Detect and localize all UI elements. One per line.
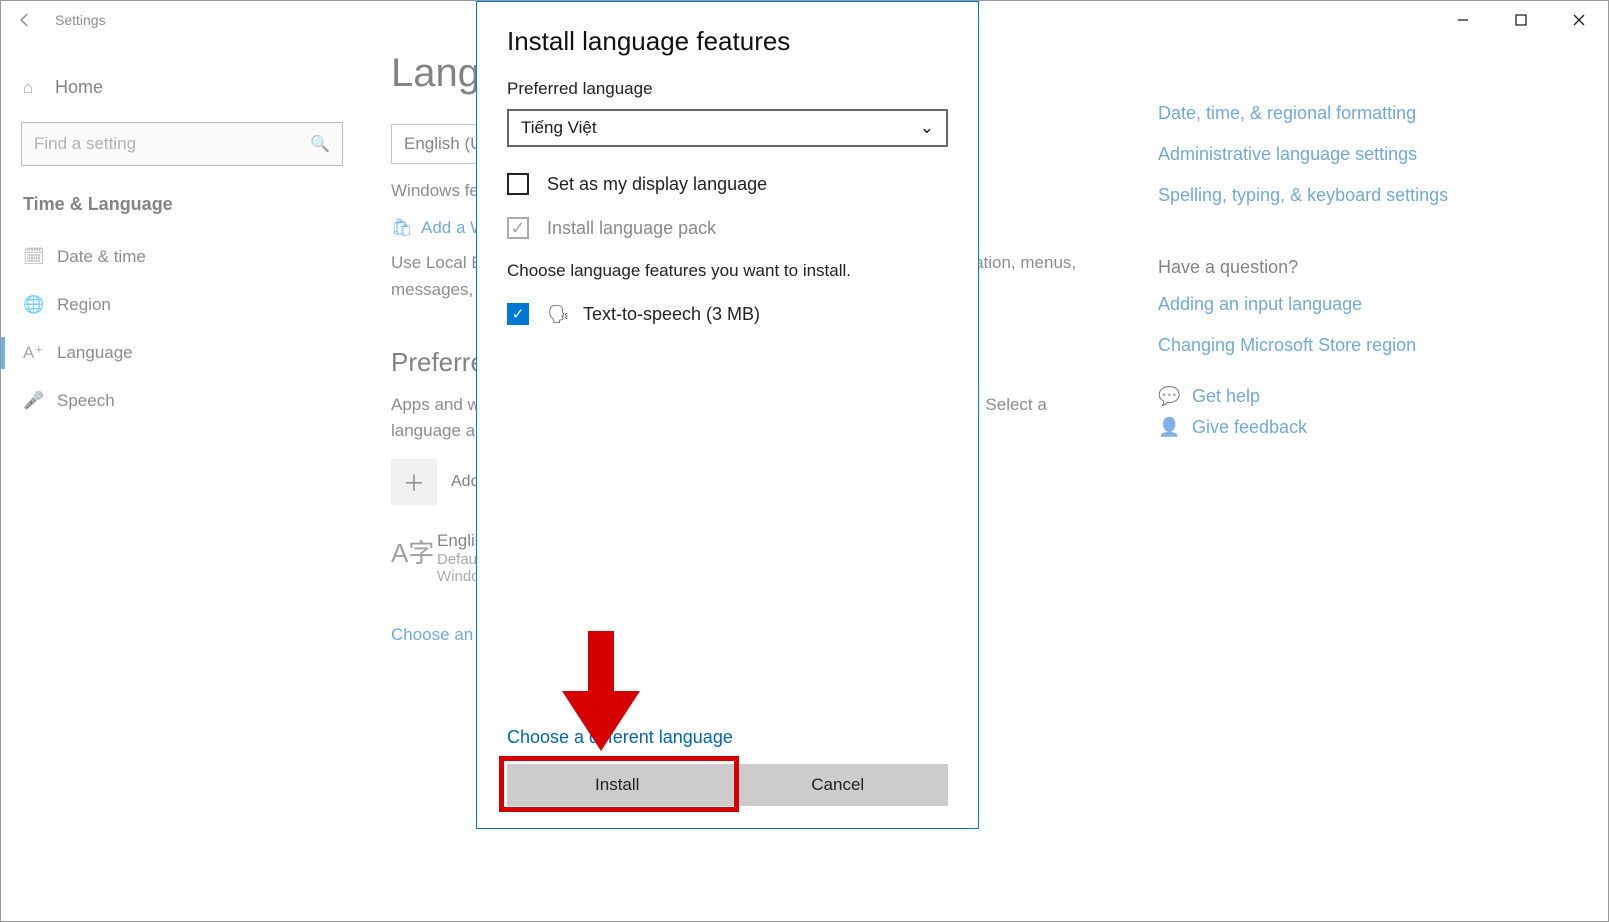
- install-language-pack-checkbox: ✓ Install language pack: [507, 217, 948, 239]
- sidebar-home[interactable]: ⌂ Home: [1, 69, 363, 106]
- set-display-language-checkbox[interactable]: Set as my display language: [507, 173, 948, 195]
- preferred-language-value: Tiếng Việt: [521, 118, 597, 138]
- sidebar-section-header: Time & Language: [1, 194, 363, 233]
- modal-title: Install language features: [507, 26, 948, 57]
- feedback-icon: 👤: [1158, 417, 1192, 438]
- preferred-language-label: Preferred language: [507, 79, 948, 99]
- tts-icon: 🗣: [547, 304, 575, 325]
- checkbox-box: ✓: [507, 217, 529, 239]
- checkbox-label: Text-to-speech (3 MB): [583, 304, 760, 325]
- preferred-language-select[interactable]: Tiếng Việt ⌄: [507, 109, 948, 147]
- minimize-button[interactable]: [1434, 1, 1492, 39]
- maximize-button[interactable]: [1492, 1, 1550, 39]
- help-link-input[interactable]: Adding an input language: [1158, 292, 1538, 317]
- language-entry-icon: A字: [391, 531, 437, 570]
- back-button[interactable]: [1, 1, 49, 39]
- language-icon: A⁺: [23, 343, 57, 363]
- search-input[interactable]: [34, 134, 310, 154]
- sidebar-item-label: Date & time: [57, 247, 146, 267]
- related-link-date-time[interactable]: Date, time, & regional formatting: [1158, 101, 1538, 126]
- store-icon: 🛍: [391, 218, 421, 238]
- tts-checkbox[interactable]: ✓ 🗣 Text-to-speech (3 MB): [507, 303, 948, 325]
- sidebar-item-date-time[interactable]: 🗓 Date & time: [1, 233, 363, 281]
- home-icon: ⌂: [23, 78, 55, 98]
- have-question-heading: Have a question?: [1158, 257, 1538, 278]
- help-link-store-region[interactable]: Changing Microsoft Store region: [1158, 333, 1538, 358]
- install-language-modal: Install language features Preferred lang…: [476, 1, 979, 829]
- checkbox-label: Install language pack: [547, 218, 716, 239]
- sidebar-item-label: Speech: [57, 391, 115, 411]
- checkbox-box: ✓: [507, 303, 529, 325]
- checkbox-label: Set as my display language: [547, 174, 767, 195]
- close-button[interactable]: [1550, 1, 1608, 39]
- mic-icon: 🎤: [23, 391, 57, 411]
- sidebar-item-region[interactable]: 🌐 Region: [1, 281, 363, 329]
- sidebar-item-label: Region: [57, 295, 111, 315]
- get-help-link[interactable]: 💬 Get help: [1158, 386, 1538, 407]
- related-link-spelling[interactable]: Spelling, typing, & keyboard settings: [1158, 183, 1538, 208]
- choose-features-text: Choose language features you want to ins…: [507, 261, 948, 281]
- calendar-icon: 🗓: [23, 247, 57, 267]
- sidebar-item-speech[interactable]: 🎤 Speech: [1, 377, 363, 425]
- chevron-down-icon: ⌄: [920, 118, 934, 138]
- cancel-button[interactable]: Cancel: [728, 764, 949, 806]
- sidebar-item-label: Language: [57, 343, 133, 363]
- related-link-admin[interactable]: Administrative language settings: [1158, 142, 1538, 167]
- globe-icon: 🌐: [23, 295, 57, 315]
- checkbox-box: [507, 173, 529, 195]
- chat-icon: 💬: [1158, 386, 1192, 407]
- window-title: Settings: [55, 12, 106, 28]
- sidebar-item-language[interactable]: A⁺ Language: [1, 329, 363, 377]
- search-icon: 🔍: [310, 134, 330, 154]
- search-input-wrap[interactable]: 🔍: [21, 122, 343, 166]
- home-label: Home: [55, 77, 103, 98]
- give-feedback-link[interactable]: 👤 Give feedback: [1158, 417, 1538, 438]
- install-button[interactable]: Install: [507, 764, 728, 806]
- choose-different-language-link[interactable]: Choose a different language: [507, 727, 948, 748]
- plus-icon: ＋: [391, 459, 437, 505]
